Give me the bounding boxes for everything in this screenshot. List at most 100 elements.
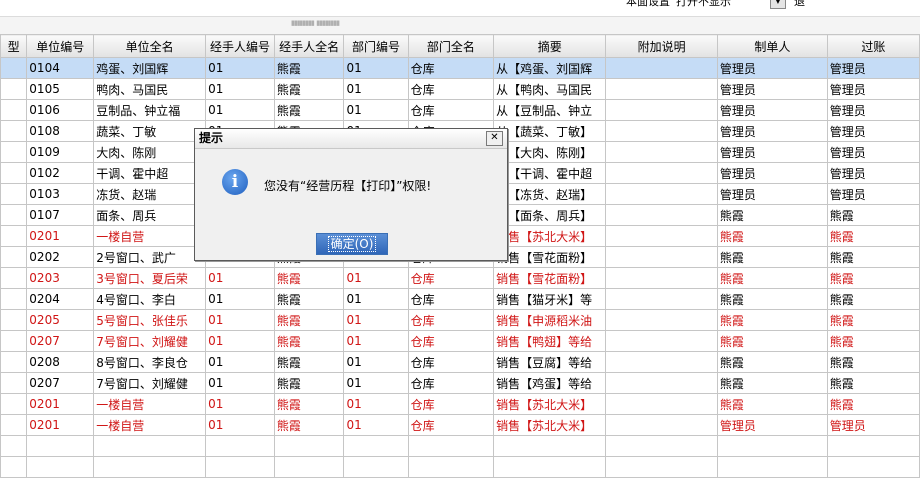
table-row[interactable]: 0204 4号窗口、李白 01 熊霞 01 仓库 销售【猫牙米】等 熊霞 熊霞	[0, 288, 920, 310]
table-cell: 熊霞	[273, 78, 345, 100]
table-cell: 0204	[26, 288, 95, 310]
table-row[interactable]: 0104 鸡蛋、刘国辉 01 熊霞 01 仓库 从【鸡蛋、刘国辉 管理员 管理员	[0, 57, 920, 79]
table-cell: 仓库	[407, 414, 495, 436]
empty-row	[0, 435, 920, 457]
table-row[interactable]: 0106 豆制品、钟立福 01 熊霞 01 仓库 从【豆制品、钟立 管理员 管理员	[0, 99, 920, 121]
table-cell: 熊霞	[826, 225, 920, 247]
table-cell	[605, 141, 718, 163]
empty-cell	[716, 456, 828, 478]
chevron-down-icon[interactable]: ▼	[770, 0, 786, 9]
table-cell: 01	[343, 309, 409, 331]
column-header[interactable]: 制单人	[716, 34, 828, 58]
column-header[interactable]: 经手人编号	[205, 34, 275, 58]
table-cell: 熊霞	[716, 330, 828, 352]
table-cell	[0, 309, 28, 331]
table-cell: 0201	[26, 414, 95, 436]
display-setting-select[interactable]: 打开不显示	[676, 0, 764, 9]
empty-cell	[493, 456, 607, 478]
table-cell: 熊霞	[273, 393, 345, 415]
table-cell: 0105	[26, 78, 95, 100]
table-cell: 仓库	[407, 78, 495, 100]
column-header[interactable]: 单位全名	[93, 34, 207, 58]
table-cell	[605, 162, 718, 184]
table-cell: 豆制品、钟立福	[93, 99, 207, 121]
table-cell	[605, 183, 718, 205]
table-cell	[0, 225, 28, 247]
table-cell: 熊霞	[716, 225, 828, 247]
table-cell: 7号窗口、刘耀健	[93, 372, 207, 394]
empty-cell	[407, 435, 495, 457]
table-cell	[0, 204, 28, 226]
table-cell: 01	[343, 414, 409, 436]
table-cell	[605, 414, 718, 436]
table-cell: 01	[205, 372, 275, 394]
table-cell: 熊霞	[826, 393, 920, 415]
table-cell: 熊霞	[826, 267, 920, 289]
table-cell	[0, 288, 28, 310]
column-header[interactable]: 部门编号	[343, 34, 409, 58]
table-cell: 熊霞	[716, 351, 828, 373]
table-cell: 0202	[26, 246, 95, 268]
column-header[interactable]: 单位编号	[26, 34, 95, 58]
table-cell: 销售【苏北大米】	[493, 414, 607, 436]
table-cell: 管理员	[826, 78, 920, 100]
table-cell	[0, 183, 28, 205]
table-cell: 01	[343, 393, 409, 415]
table-cell	[605, 120, 718, 142]
table-cell: 01	[205, 57, 275, 79]
table-cell: 管理员	[716, 78, 828, 100]
permission-dialog: 提示 ✕ i 您没有“经营历程【打印】”权限! 确定(O)	[194, 128, 508, 261]
table-cell	[0, 162, 28, 184]
table-cell	[0, 351, 28, 373]
info-icon: i	[222, 169, 248, 195]
table-cell: 熊霞	[273, 351, 345, 373]
empty-cell	[716, 435, 828, 457]
table-row[interactable]: 0205 5号窗口、张佳乐 01 熊霞 01 仓库 销售【申源稻米油 熊霞 熊霞	[0, 309, 920, 331]
table-cell: 熊霞	[716, 204, 828, 226]
table-row[interactable]: 0201 一楼自营 01 熊霞 01 仓库 销售【苏北大米】 管理员 管理员	[0, 414, 920, 436]
table-cell: 仓库	[407, 309, 495, 331]
table-cell: 0102	[26, 162, 95, 184]
dialog-title-bar: 提示 ✕	[195, 129, 507, 149]
column-header[interactable]: 附加说明	[605, 34, 718, 58]
table-row[interactable]: 0207 7号窗口、刘耀健 01 熊霞 01 仓库 销售【鸭翅】等给 熊霞 熊霞	[0, 330, 920, 352]
table-cell: 01	[205, 309, 275, 331]
table-row[interactable]: 0207 7号窗口、刘耀健 01 熊霞 01 仓库 销售【鸡蛋】等给 熊霞 熊霞	[0, 372, 920, 394]
table-cell: 管理员	[716, 414, 828, 436]
table-cell	[605, 78, 718, 100]
table-cell: 仓库	[407, 330, 495, 352]
table-cell	[0, 330, 28, 352]
column-header[interactable]: 部门全名	[407, 34, 495, 58]
empty-cell	[93, 456, 207, 478]
column-header[interactable]: 经手人全名	[273, 34, 345, 58]
table-row[interactable]: 0105 鸭肉、马国民 01 熊霞 01 仓库 从【鸭肉、马国民 管理员 管理员	[0, 78, 920, 100]
empty-cell	[93, 435, 207, 457]
table-cell	[605, 351, 718, 373]
table-cell: 从【面条、周兵】	[493, 204, 607, 226]
ok-button[interactable]: 确定(O)	[316, 233, 388, 255]
grip-icon[interactable]: ▮▮▮▮▮▮▮▮ ▮▮▮▮▮▮▮▮	[291, 19, 340, 27]
column-header[interactable]: 型	[0, 34, 28, 58]
table-cell: 熊霞	[716, 267, 828, 289]
table-cell: 熊霞	[716, 309, 828, 331]
table-cell: 鸡蛋、刘国辉	[93, 57, 207, 79]
column-header[interactable]: 摘要	[493, 34, 607, 58]
table-row[interactable]: 0203 3号窗口、夏后荣 01 熊霞 01 仓库 销售【雪花面粉】 熊霞 熊霞	[0, 267, 920, 289]
empty-cell	[493, 435, 607, 457]
empty-cell	[0, 435, 28, 457]
table-row[interactable]: 0208 8号窗口、李良仓 01 熊霞 01 仓库 销售【豆腐】等给 熊霞 熊霞	[0, 351, 920, 373]
table-cell: 01	[205, 414, 275, 436]
exit-label[interactable]: 退	[794, 0, 805, 9]
column-header[interactable]: 过账	[826, 34, 920, 58]
empty-row	[0, 456, 920, 478]
table-cell: 0104	[26, 57, 95, 79]
close-icon[interactable]: ✕	[486, 131, 503, 146]
table-cell: 大肉、陈刚	[93, 141, 207, 163]
table-cell: 01	[205, 99, 275, 121]
table-row[interactable]: 0201一楼自营01熊霞01仓库销售【苏北大米】熊霞熊霞	[0, 393, 920, 415]
table-cell: 仓库	[407, 393, 495, 415]
table-cell: 熊霞	[826, 288, 920, 310]
empty-cell	[26, 456, 95, 478]
table-cell: 熊霞	[716, 372, 828, 394]
table-cell: 01	[343, 372, 409, 394]
